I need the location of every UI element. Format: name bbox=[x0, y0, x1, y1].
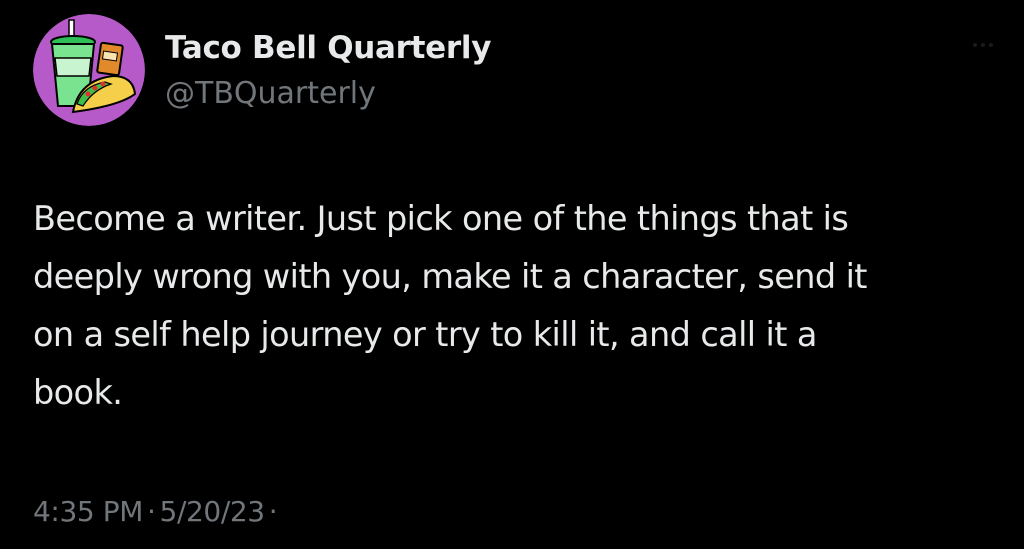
taco-bell-drink-and-taco-icon bbox=[33, 14, 145, 126]
more-dot-icon bbox=[989, 43, 993, 47]
more-dot-icon bbox=[973, 43, 977, 47]
author-info: Taco Bell Quarterly @TBQuarterly bbox=[165, 28, 491, 114]
tweet-metadata: 4:35 PM · 5/20/23 · bbox=[33, 492, 281, 532]
meta-separator: · bbox=[268, 495, 278, 528]
meta-separator: · bbox=[147, 495, 156, 528]
display-name[interactable]: Taco Bell Quarterly bbox=[165, 28, 491, 68]
tweet-card: Taco Bell Quarterly @TBQuarterly Become … bbox=[0, 0, 1024, 549]
more-dot-icon bbox=[981, 43, 985, 47]
avatar[interactable] bbox=[33, 14, 145, 126]
tweet-text-line: Become a writer. Just pick one of the th… bbox=[33, 199, 849, 238]
tweet-date[interactable]: 5/20/23 bbox=[160, 495, 266, 528]
tweet-text-line: deeply wrong with you, make it a charact… bbox=[33, 257, 867, 296]
more-options-button[interactable] bbox=[963, 30, 1003, 60]
tweet-text-line: book. bbox=[33, 373, 123, 412]
tweet-text: Become a writer. Just pick one of the th… bbox=[33, 190, 1008, 422]
tweet-time[interactable]: 4:35 PM bbox=[33, 495, 143, 528]
user-handle[interactable]: @TBQuarterly bbox=[165, 74, 491, 114]
tweet-text-line: on a self help journey or try to kill it… bbox=[33, 315, 817, 354]
